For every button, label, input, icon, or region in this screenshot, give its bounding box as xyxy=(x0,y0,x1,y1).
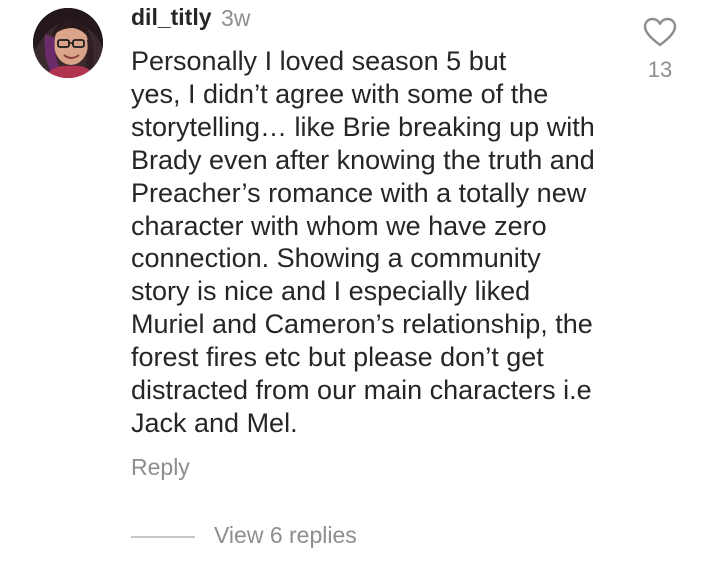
reply-button[interactable]: Reply xyxy=(131,454,190,481)
heart-outline-icon[interactable] xyxy=(643,17,677,47)
replies-divider xyxy=(131,536,195,538)
comment-timestamp: 3w xyxy=(221,5,251,31)
avatar[interactable] xyxy=(33,8,103,78)
avatar-photo xyxy=(33,8,103,78)
username[interactable]: dil_titly xyxy=(131,4,212,31)
comment-text: Personally I loved season 5 but yes, I d… xyxy=(131,46,595,438)
view-replies-button[interactable]: View 6 replies xyxy=(214,522,357,549)
like-count: 13 xyxy=(647,57,673,82)
